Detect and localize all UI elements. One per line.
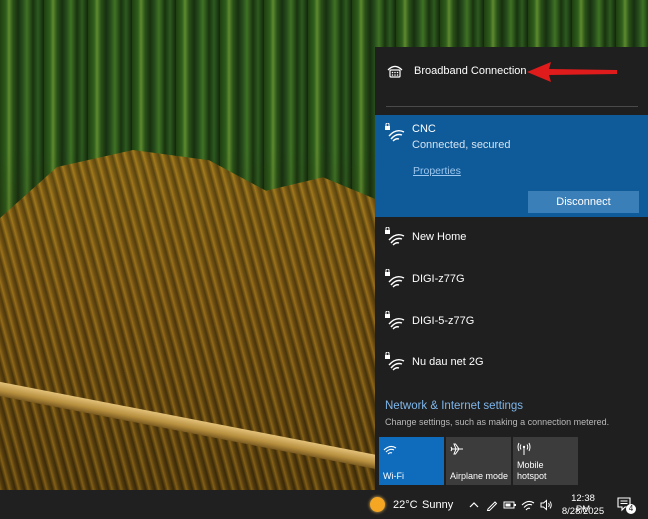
network-name: CNC (412, 123, 436, 135)
network-item-digi-5-z77g[interactable]: DIGI-5-z77G (375, 301, 648, 341)
wifi-secured-icon (385, 269, 405, 288)
wifi-icon (383, 445, 397, 455)
wifi-secured-icon (385, 123, 405, 142)
network-flyout: Broadband Connection CNC Connected, secu… (375, 47, 648, 490)
airplane-mode-tile[interactable]: Airplane mode (446, 437, 511, 485)
chevron-up-icon[interactable] (467, 498, 481, 512)
battery-plug-icon[interactable] (503, 498, 517, 512)
wallpaper-grass (0, 150, 380, 490)
network-name: DIGI-5-z77G (412, 315, 475, 327)
speaker-icon[interactable] (539, 498, 553, 512)
dialup-icon (387, 65, 403, 78)
wifi-icon[interactable] (521, 498, 535, 512)
wifi-toggle-tile[interactable]: Wi-Fi (379, 437, 444, 485)
properties-link[interactable]: Properties (413, 165, 461, 177)
network-settings-description: Change settings, such as making a connec… (385, 417, 610, 427)
weather-temperature[interactable]: 22°C (393, 499, 418, 511)
wifi-secured-icon (385, 227, 405, 246)
clock-date[interactable]: 8/28/2025 (560, 506, 606, 517)
wifi-secured-icon (385, 311, 405, 330)
notification-count-badge: 4 (626, 504, 636, 514)
mobile-hotspot-tile-label-line1: Mobile (517, 460, 544, 470)
airplane-icon (450, 443, 463, 455)
broadband-connection-item[interactable]: Broadband Connection (375, 47, 648, 97)
airplane-mode-tile-label: Airplane mode (450, 471, 509, 481)
hotspot-icon (517, 442, 531, 455)
network-item-new-home[interactable]: New Home (375, 217, 648, 257)
wifi-tile-label: Wi-Fi (383, 471, 404, 481)
red-arrow-annotation (527, 62, 617, 82)
mobile-hotspot-tile-label-line2: hotspot (517, 471, 547, 481)
pen-icon[interactable] (485, 498, 499, 512)
network-name: New Home (412, 231, 467, 243)
network-item-nu-dau-net-2g[interactable]: Nu dau net 2G (375, 342, 648, 382)
network-internet-settings-link[interactable]: Network & Internet settings (385, 400, 523, 412)
broadband-connection-label: Broadband Connection (414, 65, 527, 77)
active-network-cnc[interactable]: CNC Connected, secured Properties Discon… (375, 115, 648, 217)
network-status: Connected, secured (412, 139, 511, 151)
taskbar: 22°C Sunny 12:38 PM 8/28/2025 4 (0, 490, 648, 519)
network-name: Nu dau net 2G (412, 356, 484, 368)
weather-sun-icon[interactable] (370, 497, 385, 512)
divider (386, 106, 638, 107)
disconnect-button[interactable]: Disconnect (528, 191, 639, 213)
mobile-hotspot-tile[interactable]: Mobile hotspot (513, 437, 578, 485)
wifi-secured-icon (385, 352, 405, 371)
weather-condition[interactable]: Sunny (422, 499, 453, 511)
network-item-digi-z77g[interactable]: DIGI-z77G (375, 259, 648, 299)
network-name: DIGI-z77G (412, 273, 465, 285)
